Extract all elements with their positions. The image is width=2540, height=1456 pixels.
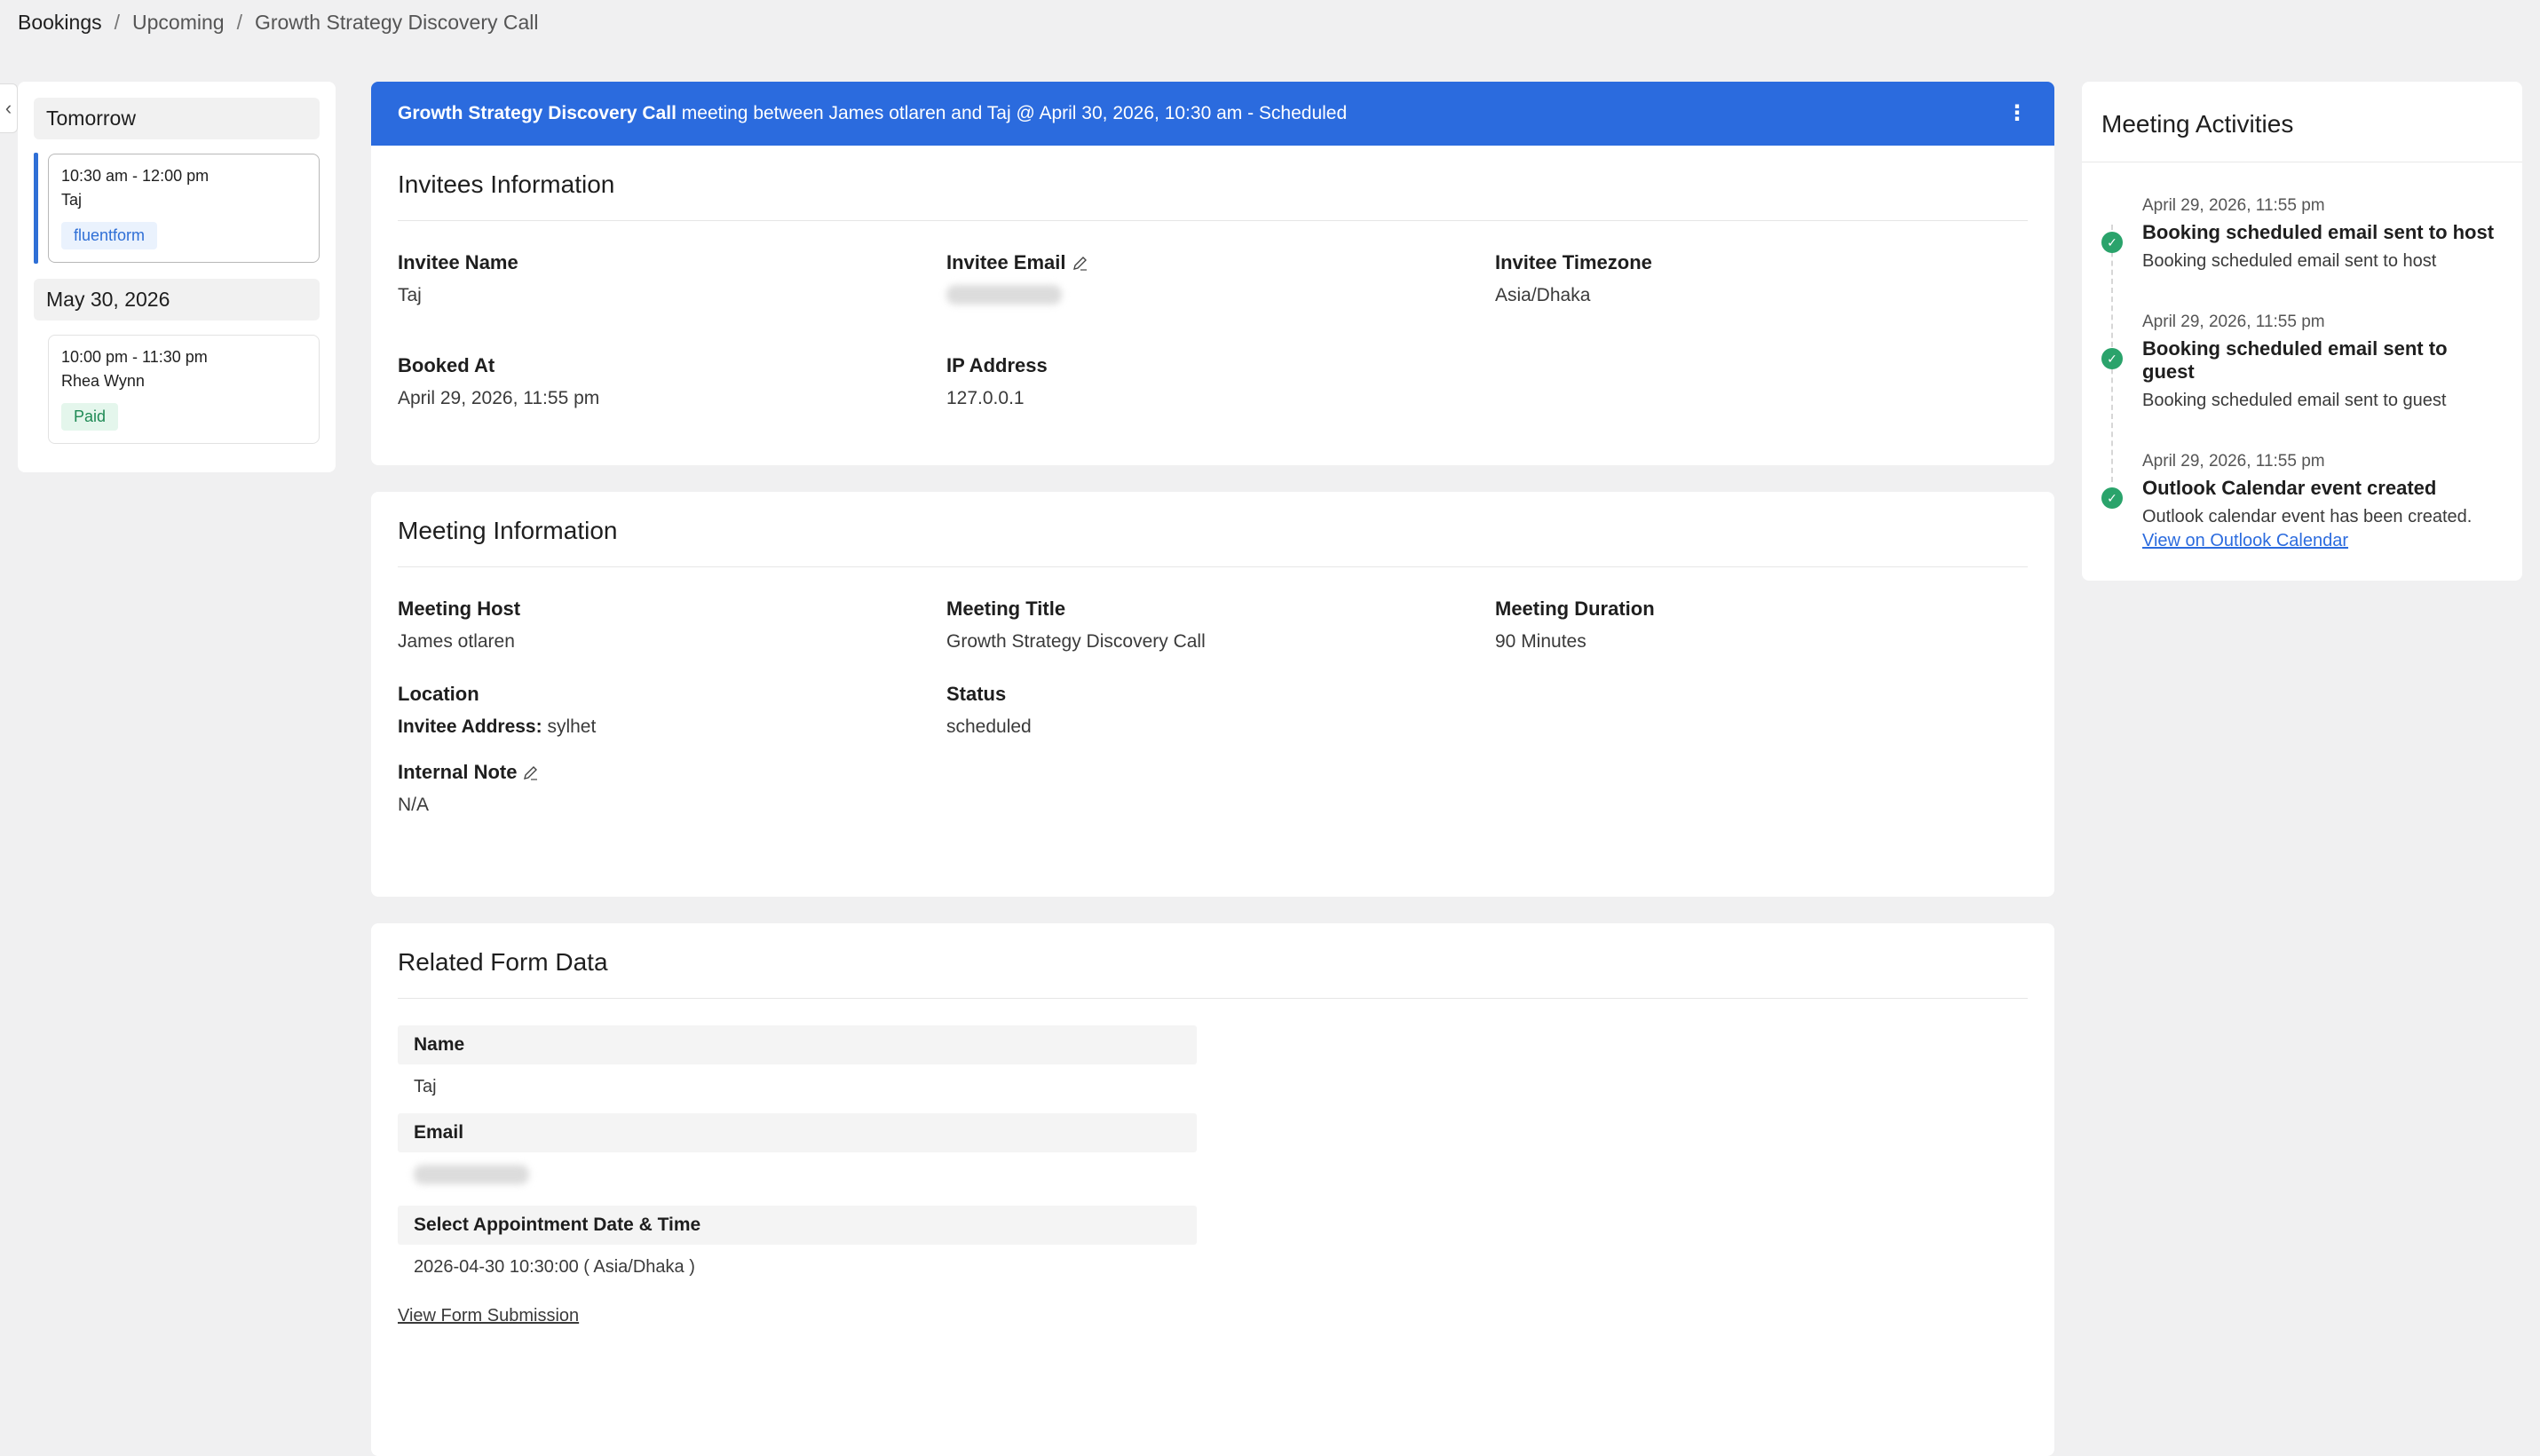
field-value: April 29, 2026, 11:55 pm — [398, 388, 600, 408]
check-circle-icon: ✓ — [2101, 348, 2123, 369]
field-label: Booked At — [398, 354, 495, 376]
view-outlook-calendar-link[interactable]: View on Outlook Calendar — [2142, 531, 2348, 551]
field-invitee-name: Invitee Name Taj — [398, 251, 946, 310]
activity-time: April 29, 2026, 11:55 pm — [2142, 313, 2325, 331]
activity-item: ✓ April 29, 2026, 11:55 pm Booking sched… — [2101, 196, 2503, 272]
collapse-sidebar-button[interactable]: ‹ — [0, 83, 18, 133]
field-meeting-title: Meeting Title Growth Strategy Discovery … — [946, 597, 1495, 653]
activity-title: Booking scheduled email sent to guest — [2142, 337, 2448, 383]
activity-item: ✓ April 29, 2026, 11:55 pm Outlook Calen… — [2101, 452, 2503, 551]
activity-time: April 29, 2026, 11:55 pm — [2142, 452, 2325, 471]
slot-time: 10:00 pm - 11:30 pm — [61, 348, 208, 366]
field-label: Meeting Duration — [1495, 597, 1655, 620]
field-invitee-email: Invitee Email — [946, 251, 1495, 310]
field-label: Invitee Timezone — [1495, 251, 1652, 273]
field-label: Location — [398, 683, 479, 705]
activity-title: Booking scheduled email sent to host — [2142, 221, 2495, 243]
location-value: sylhet — [542, 716, 597, 737]
day-heading: Tomorrow — [34, 98, 320, 139]
booking-banner: Growth Strategy Discovery Call meeting b… — [371, 82, 2054, 146]
breadcrumb-upcoming[interactable]: Upcoming — [132, 11, 225, 35]
banner-meeting-title: Growth Strategy Discovery Call — [398, 103, 677, 123]
form-field-label: Select Appointment Date & Time — [398, 1206, 1197, 1245]
activity-title: Outlook Calendar event created — [2142, 477, 2437, 499]
invitees-card: Invitees Information Invitee Name Taj In… — [371, 146, 2054, 465]
check-circle-icon: ✓ — [2101, 232, 2123, 253]
breadcrumb-current: Growth Strategy Discovery Call — [254, 11, 539, 34]
field-internal-note: Internal Note N/A — [398, 761, 946, 816]
day-heading: May 30, 2026 — [34, 279, 320, 320]
field-label: Meeting Host — [398, 597, 521, 620]
more-options-icon[interactable]: ⋮ — [2006, 103, 2028, 124]
banner-summary: meeting between James otlaren and Taj @ … — [676, 103, 1348, 123]
edit-pencil-icon[interactable] — [522, 764, 540, 781]
chevron-left-icon: ‹ — [4, 97, 12, 119]
field-location: Location Invitee Address: sylhet — [398, 683, 946, 738]
form-field-label: Name — [398, 1025, 1197, 1064]
form-field-value: 2026-04-30 10:30:00 ( Asia/Dhaka ) — [414, 1257, 695, 1277]
view-form-submission-link[interactable]: View Form Submission — [398, 1306, 579, 1326]
field-value: Growth Strategy Discovery Call — [946, 631, 1206, 652]
form-data-table: Name Taj Email Select Appointment Date &… — [398, 1025, 1197, 1294]
booking-slot-selected[interactable]: 10:30 am - 12:00 pm Taj fluentform — [34, 153, 320, 264]
form-field-value: Taj — [414, 1077, 437, 1096]
form-data-card: Related Form Data Name Taj Email Select … — [371, 923, 2054, 1456]
field-value-redacted — [946, 285, 1495, 310]
form-field-label: Email — [398, 1113, 1197, 1152]
breadcrumb-separator: / — [114, 11, 121, 34]
field-meeting-duration: Meeting Duration 90 Minutes — [1495, 597, 2028, 653]
field-invitee-timezone: Invitee Timezone Asia/Dhaka — [1495, 251, 2028, 310]
field-value: scheduled — [946, 716, 1032, 737]
field-label: Status — [946, 683, 1007, 705]
check-circle-icon: ✓ — [2101, 487, 2123, 509]
edit-pencil-icon[interactable] — [1072, 254, 1089, 272]
activity-description: Booking scheduled email sent to guest — [2142, 391, 2447, 410]
field-value: Asia/Dhaka — [1495, 285, 1591, 305]
form-field-value-redacted — [398, 1152, 1197, 1206]
payment-badge: Paid — [61, 403, 119, 431]
banner-text: Growth Strategy Discovery Call meeting b… — [398, 103, 1347, 124]
field-booked-at: Booked At April 29, 2026, 11:55 pm — [398, 354, 946, 409]
meeting-activities-panel: Meeting Activities ✓ April 29, 2026, 11:… — [2082, 82, 2522, 581]
field-ip-address: IP Address 127.0.0.1 — [946, 354, 1495, 409]
source-badge: fluentform — [61, 222, 158, 249]
section-title: Invitees Information — [398, 170, 2028, 221]
panel-title: Meeting Activities — [2082, 82, 2522, 162]
bookings-sidebar: Tomorrow 10:30 am - 12:00 pm Taj fluentf… — [18, 82, 336, 472]
breadcrumb-bookings[interactable]: Bookings — [18, 11, 102, 35]
field-label: Internal Note — [398, 761, 518, 783]
field-value: Taj — [398, 285, 422, 305]
meeting-card: Meeting Information Meeting Host James o… — [371, 492, 2054, 897]
field-label: Invitee Name — [398, 251, 518, 273]
booking-slot[interactable]: 10:00 pm - 11:30 pm Rhea Wynn Paid — [48, 335, 320, 444]
field-value: N/A — [398, 795, 430, 815]
slot-time: 10:30 am - 12:00 pm — [61, 167, 210, 185]
section-title: Related Form Data — [398, 948, 2028, 999]
field-value: 90 Minutes — [1495, 631, 1587, 652]
activity-description: Booking scheduled email sent to host — [2142, 251, 2437, 271]
activity-time: April 29, 2026, 11:55 pm — [2142, 196, 2325, 215]
activity-description: Outlook calendar event has been created. — [2142, 507, 2473, 526]
booking-details: Growth Strategy Discovery Call meeting b… — [371, 82, 2054, 1456]
location-key: Invitee Address: — [398, 716, 542, 737]
slot-invitee: Rhea Wynn — [61, 372, 145, 390]
field-label: Meeting Title — [946, 597, 1066, 620]
breadcrumb: Bookings / Upcoming / Growth Strategy Di… — [18, 11, 539, 35]
field-value: James otlaren — [398, 631, 515, 652]
field-meeting-host: Meeting Host James otlaren — [398, 597, 946, 653]
field-status: Status scheduled — [946, 683, 1495, 738]
section-title: Meeting Information — [398, 517, 2028, 567]
activity-item: ✓ April 29, 2026, 11:55 pm Booking sched… — [2101, 313, 2503, 411]
field-label: Invitee Email — [946, 251, 1066, 273]
breadcrumb-separator: / — [236, 11, 242, 34]
activity-timeline: ✓ April 29, 2026, 11:55 pm Booking sched… — [2082, 162, 2522, 551]
field-value: 127.0.0.1 — [946, 388, 1025, 408]
slot-invitee: Taj — [61, 191, 83, 209]
field-label: IP Address — [946, 354, 1048, 376]
